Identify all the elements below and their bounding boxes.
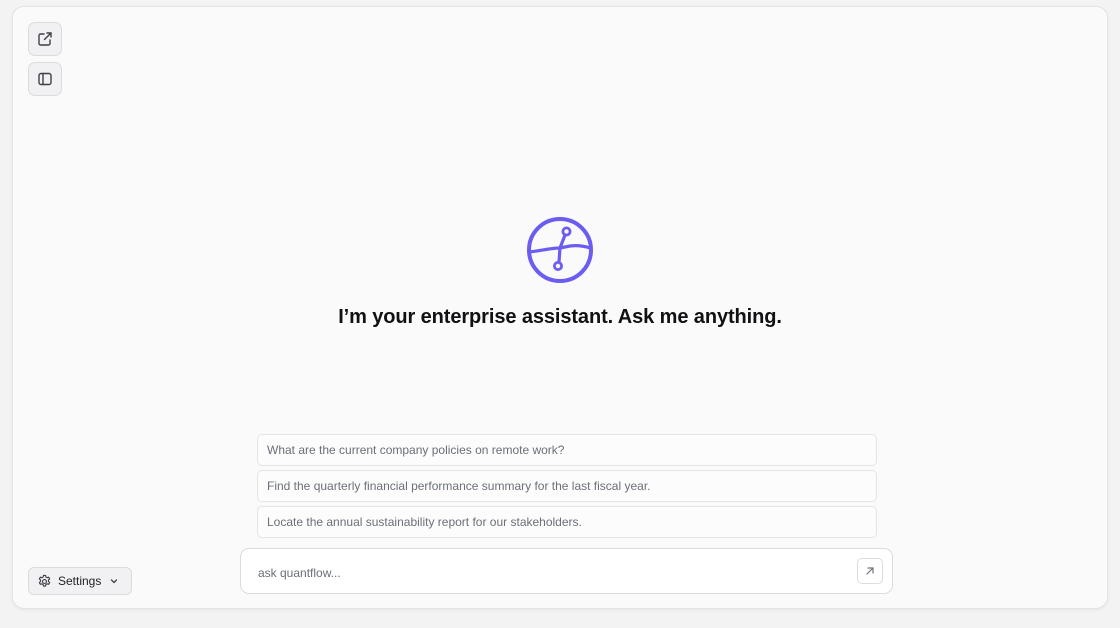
hero: I’m your enterprise assistant. Ask me an…: [13, 216, 1107, 329]
chat-composer: [240, 548, 893, 594]
settings-button[interactable]: Settings: [28, 567, 132, 595]
open-external-button[interactable]: [28, 22, 62, 56]
app-window: I’m your enterprise assistant. Ask me an…: [12, 6, 1108, 609]
suggestion-item[interactable]: Locate the annual sustainability report …: [257, 506, 877, 538]
toggle-sidebar-button[interactable]: [28, 62, 62, 96]
sidebar-panel-icon: [38, 72, 52, 86]
settings-label: Settings: [58, 574, 102, 588]
arrow-up-right-icon: [866, 567, 874, 575]
suggestion-list: What are the current company policies on…: [257, 434, 877, 542]
hero-title: I’m your enterprise assistant. Ask me an…: [338, 306, 782, 328]
gear-icon: [38, 574, 51, 587]
chat-input[interactable]: [256, 561, 840, 585]
suggestion-item[interactable]: What are the current company policies on…: [257, 434, 877, 466]
suggestion-item[interactable]: Find the quarterly financial performance…: [257, 470, 877, 502]
external-link-icon: [38, 32, 52, 46]
chevron-down-icon: [111, 579, 118, 584]
circuit-globe-logo-icon: [527, 217, 593, 283]
send-button[interactable]: [857, 558, 883, 584]
